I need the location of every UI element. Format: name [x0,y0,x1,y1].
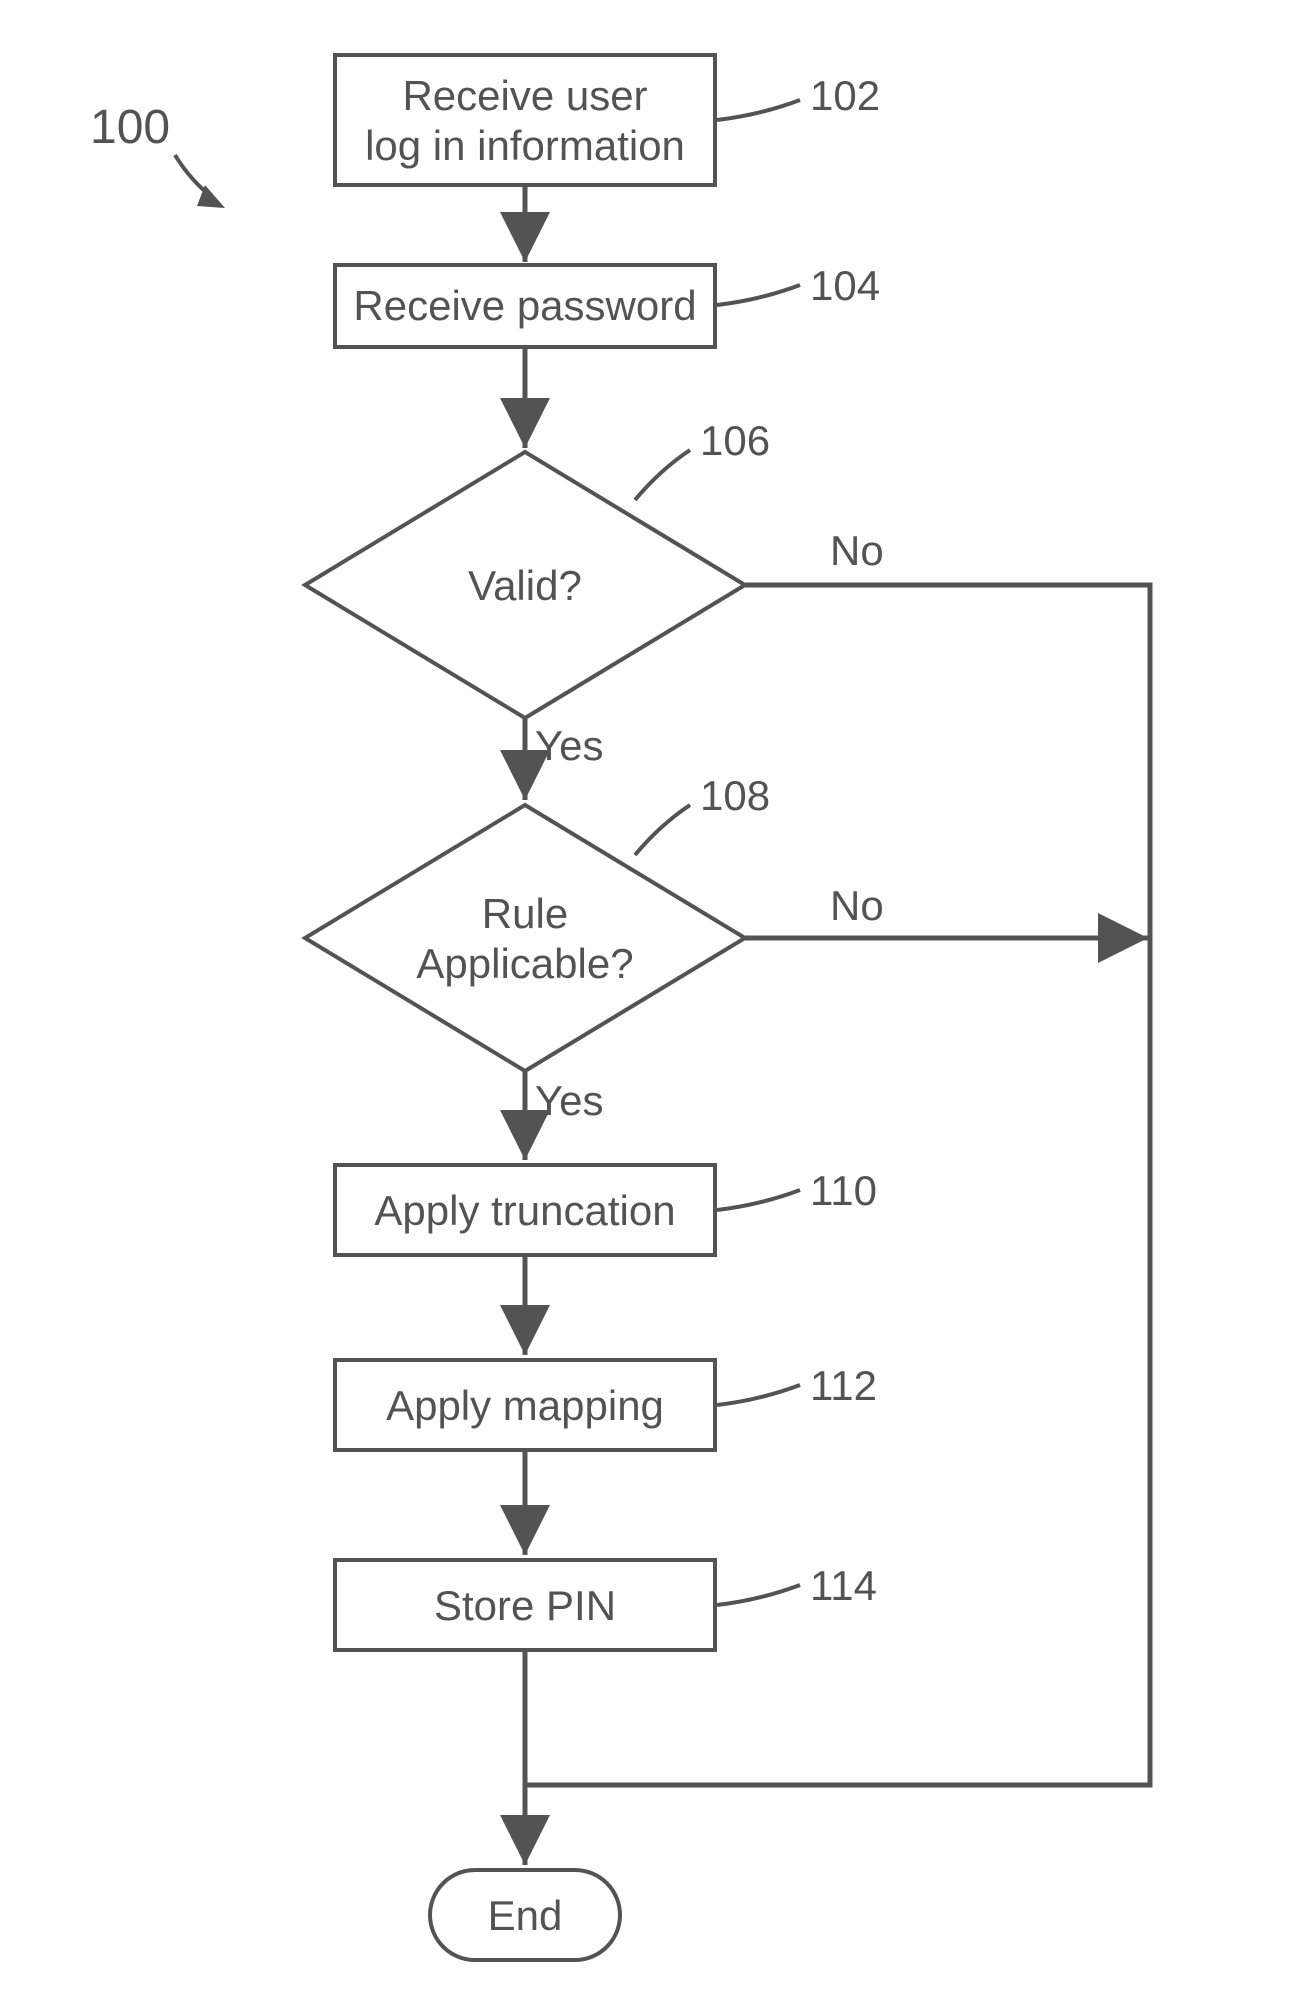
node-110-text: Apply truncation [374,1187,675,1234]
node-end: End [430,1870,620,1960]
node-104-line1: Receive password [353,282,696,329]
flowchart-svg: Receive user log in information 102 Rece… [0,0,1314,2013]
node-106-yes: Yes [535,722,604,769]
ref-106: 106 [635,417,770,500]
ref-104: 104 [717,262,880,309]
svg-text:104: 104 [810,262,880,309]
node-114-text: Store PIN [434,1582,616,1629]
leader-100 [175,155,225,208]
svg-text:110: 110 [810,1167,877,1214]
node-108: Rule Applicable? [305,805,745,1071]
node-106-no: No [830,527,884,574]
node-112-text: Apply mapping [386,1382,664,1429]
node-108-no: No [830,882,884,929]
node-110: Apply truncation [335,1165,715,1255]
node-106-text: Valid? [468,562,582,609]
svg-text:102: 102 [810,72,880,119]
node-106: Valid? [305,452,745,718]
node-end-text: End [488,1892,563,1939]
node-114: Store PIN [335,1560,715,1650]
svg-text:114: 114 [810,1562,877,1609]
node-108-yes: Yes [535,1077,604,1124]
node-108-line2: Applicable? [416,940,633,987]
ref-110: 110 [717,1167,877,1214]
ref-102: 102 [717,72,880,120]
node-102: Receive user log in information [335,55,715,185]
node-102-line1: Receive user [402,72,647,119]
svg-text:112: 112 [810,1362,877,1409]
svg-text:106: 106 [700,417,770,464]
ref-108: 108 [635,772,770,855]
node-112: Apply mapping [335,1360,715,1450]
ref-112: 112 [717,1362,877,1409]
node-108-line1: Rule [482,890,568,937]
ref-114: 114 [717,1562,877,1609]
node-102-line2: log in information [365,122,685,169]
svg-text:108: 108 [700,772,770,819]
node-104: Receive password [335,265,715,347]
